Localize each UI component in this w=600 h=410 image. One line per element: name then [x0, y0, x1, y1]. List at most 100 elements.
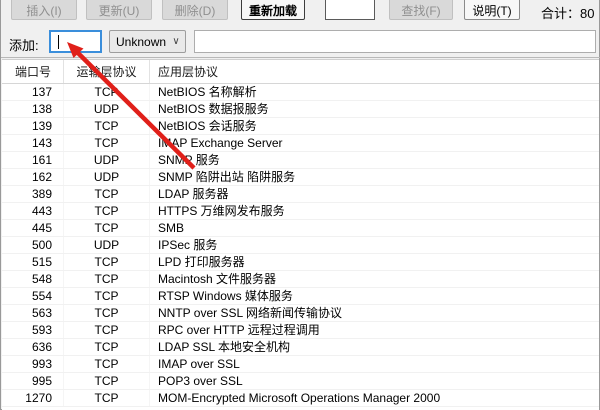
cell-port-number: 548	[2, 271, 64, 287]
add-description-input[interactable]	[194, 30, 596, 53]
add-port-input[interactable]	[49, 30, 102, 53]
help-button[interactable]: 说明(T)	[464, 0, 520, 20]
ports-table: 端口号 运输层协议 应用层协议 137TCPNetBIOS 名称解析138UDP…	[2, 59, 599, 410]
cell-transport-protocol: TCP	[64, 135, 150, 151]
table-row[interactable]: 143TCPIMAP Exchange Server	[2, 135, 599, 152]
table-row[interactable]: 554TCPRTSP Windows 媒体服务	[2, 288, 599, 305]
cell-port-number: 515	[2, 254, 64, 270]
cell-application-protocol: LDAP SSL 本地安全机构	[150, 339, 599, 355]
table-row[interactable]: 548TCPMacintosh 文件服务器	[2, 271, 599, 288]
add-label: 添加:	[9, 35, 39, 54]
toolbar: 插入(I) 更新(U) 删除(D) 重新加载 查找(F) 说明(T) 合计：80	[1, 0, 600, 24]
cell-transport-protocol: TCP	[64, 84, 150, 100]
cell-port-number: 593	[2, 322, 64, 338]
reload-button[interactable]: 重新加载	[241, 0, 305, 20]
table-row[interactable]: 636TCPLDAP SSL 本地安全机构	[2, 339, 599, 356]
table-row[interactable]: 161UDPSNMP 服务	[2, 152, 599, 169]
ports-app-window: { "toolbar": { "buttons": [ { "label": "…	[0, 0, 600, 410]
table-header: 端口号 运输层协议 应用层协议	[2, 60, 599, 84]
cell-port-number: 161	[2, 152, 64, 168]
cell-application-protocol: RTSP Windows 媒体服务	[150, 288, 599, 304]
table-row[interactable]: 137TCPNetBIOS 名称解析	[2, 84, 599, 101]
table-row[interactable]: 515TCPLPD 打印服务器	[2, 254, 599, 271]
cell-port-number: 162	[2, 169, 64, 185]
cell-transport-protocol: TCP	[64, 373, 150, 389]
cell-transport-protocol: UDP	[64, 101, 150, 117]
cell-application-protocol: SNMP 陷阱出站 陷阱服务	[150, 169, 599, 185]
cell-application-protocol: NetBIOS 数据报服务	[150, 101, 599, 117]
total-count: 合计：80	[541, 3, 594, 22]
cell-transport-protocol: TCP	[64, 288, 150, 304]
table-row[interactable]: 1270TCPMOM-Encrypted Microsoft Operation…	[2, 390, 599, 407]
cell-port-number: 995	[2, 373, 64, 389]
cell-port-number: 636	[2, 339, 64, 355]
cell-application-protocol: POP3 over SSL	[150, 373, 599, 389]
cell-transport-protocol: TCP	[64, 322, 150, 338]
cell-application-protocol: IPSec 服务	[150, 237, 599, 253]
cell-application-protocol: MOM-Encrypted Microsoft Operations Manag…	[150, 390, 599, 406]
cell-application-protocol: LPD 打印服务器	[150, 254, 599, 270]
text-caret	[58, 35, 59, 49]
table-row[interactable]: 563TCPNNTP over SSL 网络新闻传输协议	[2, 305, 599, 322]
cell-application-protocol: RPC over HTTP 远程过程调用	[150, 322, 599, 338]
cell-transport-protocol: TCP	[64, 305, 150, 321]
cell-transport-protocol: TCP	[64, 271, 150, 287]
cell-port-number: 445	[2, 220, 64, 236]
cell-application-protocol: NNTP over SSL 网络新闻传输协议	[150, 305, 599, 321]
cell-port-number: 500	[2, 237, 64, 253]
update-button[interactable]: 更新(U)	[86, 0, 152, 20]
table-row[interactable]: 443TCPHTTPS 万维网发布服务	[2, 203, 599, 220]
cell-transport-protocol: TCP	[64, 356, 150, 372]
section-divider	[1, 57, 600, 58]
filter-input[interactable]	[325, 0, 375, 20]
cell-application-protocol: SNMP 服务	[150, 152, 599, 168]
cell-application-protocol: HTTPS 万维网发布服务	[150, 203, 599, 219]
cell-port-number: 443	[2, 203, 64, 219]
table-row[interactable]: 500UDPIPSec 服务	[2, 237, 599, 254]
cell-transport-protocol: UDP	[64, 237, 150, 253]
insert-button[interactable]: 插入(I)	[11, 0, 77, 20]
table-body: 137TCPNetBIOS 名称解析138UDPNetBIOS 数据报服务139…	[2, 84, 599, 407]
cell-port-number: 993	[2, 356, 64, 372]
cell-transport-protocol: TCP	[64, 390, 150, 406]
cell-transport-protocol: TCP	[64, 339, 150, 355]
cell-port-number: 554	[2, 288, 64, 304]
cell-port-number: 1270	[2, 390, 64, 406]
table-row[interactable]: 593TCPRPC over HTTP 远程过程调用	[2, 322, 599, 339]
cell-port-number: 137	[2, 84, 64, 100]
cell-transport-protocol: UDP	[64, 152, 150, 168]
delete-button[interactable]: 删除(D)	[162, 0, 228, 20]
cell-application-protocol: NetBIOS 名称解析	[150, 84, 599, 100]
cell-port-number: 563	[2, 305, 64, 321]
chevron-down-icon: ∨	[167, 36, 185, 47]
table-row[interactable]: 138UDPNetBIOS 数据报服务	[2, 101, 599, 118]
cell-transport-protocol: TCP	[64, 254, 150, 270]
table-row[interactable]: 445TCPSMB	[2, 220, 599, 237]
cell-port-number: 143	[2, 135, 64, 151]
table-row[interactable]: 389TCPLDAP 服务器	[2, 186, 599, 203]
header-port-number[interactable]: 端口号	[2, 60, 64, 83]
add-row: 添加: Unknown ∨	[1, 28, 600, 58]
table-row[interactable]: 139TCPNetBIOS 会话服务	[2, 118, 599, 135]
cell-port-number: 138	[2, 101, 64, 117]
cell-transport-protocol: TCP	[64, 186, 150, 202]
cell-transport-protocol: UDP	[64, 169, 150, 185]
cell-transport-protocol: TCP	[64, 203, 150, 219]
cell-port-number: 389	[2, 186, 64, 202]
table-row[interactable]: 995TCPPOP3 over SSL	[2, 373, 599, 390]
cell-port-number: 139	[2, 118, 64, 134]
table-row[interactable]: 162UDPSNMP 陷阱出站 陷阱服务	[2, 169, 599, 186]
header-application-protocol[interactable]: 应用层协议	[150, 60, 599, 83]
find-button[interactable]: 查找(F)	[389, 0, 453, 20]
table-row[interactable]: 993TCPIMAP over SSL	[2, 356, 599, 373]
cell-application-protocol: LDAP 服务器	[150, 186, 599, 202]
cell-application-protocol: IMAP Exchange Server	[150, 135, 599, 151]
cell-application-protocol: NetBIOS 会话服务	[150, 118, 599, 134]
protocol-type-select[interactable]: Unknown ∨	[109, 30, 186, 53]
cell-transport-protocol: TCP	[64, 118, 150, 134]
cell-transport-protocol: TCP	[64, 220, 150, 236]
protocol-type-value: Unknown	[110, 35, 167, 49]
cell-application-protocol: IMAP over SSL	[150, 356, 599, 372]
header-transport-protocol[interactable]: 运输层协议	[64, 60, 150, 83]
cell-application-protocol: SMB	[150, 220, 599, 236]
